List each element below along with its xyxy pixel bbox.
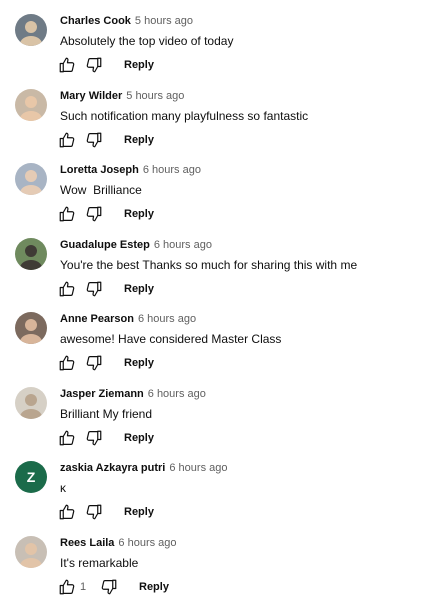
comment-timestamp[interactable]: 6 hours ago: [143, 164, 201, 176]
comment-item: Charles Cook 5 hours ago Absolutely the t…: [0, 14, 435, 88]
thumbs-up-icon[interactable]: [58, 56, 76, 74]
reply-button[interactable]: Reply: [124, 208, 154, 220]
thumbs-up-icon[interactable]: [58, 205, 76, 223]
reply-button[interactable]: Reply: [124, 432, 154, 444]
comment-timestamp[interactable]: 6 hours ago: [138, 313, 196, 325]
thumbs-up-icon[interactable]: [58, 578, 76, 596]
comment-actions: Reply: [58, 56, 154, 74]
comment-text: Brilliant My friend: [60, 407, 153, 421]
reply-button[interactable]: Reply: [139, 581, 169, 593]
comment-author[interactable]: Mary Wilder: [60, 90, 122, 102]
avatar[interactable]: [15, 536, 47, 568]
comment-actions: Reply: [58, 354, 154, 372]
avatar[interactable]: [15, 89, 47, 121]
comment-item: Loretta Joseph 6 hours ago Wow Brilliance…: [0, 163, 435, 237]
reply-button[interactable]: Reply: [124, 59, 154, 71]
like-count: 1: [80, 581, 87, 593]
comment-author[interactable]: Anne Pearson: [60, 313, 134, 325]
comment-actions: Reply: [58, 280, 154, 298]
avatar[interactable]: [15, 312, 47, 344]
comment-timestamp[interactable]: 5 hours ago: [135, 15, 193, 27]
comment-item: Guadalupe Estep 6 hours ago You're the be…: [0, 238, 435, 312]
thumbs-up-icon[interactable]: [58, 429, 76, 447]
avatar[interactable]: [15, 238, 47, 270]
thumbs-down-icon[interactable]: [85, 354, 103, 372]
avatar[interactable]: [15, 163, 47, 195]
reply-button[interactable]: Reply: [124, 357, 154, 369]
thumbs-up-icon[interactable]: [58, 503, 76, 521]
thumbs-down-icon[interactable]: [85, 131, 103, 149]
thumbs-down-icon[interactable]: [85, 280, 103, 298]
comment-text: Absolutely the top video of today: [60, 34, 234, 48]
comment-author[interactable]: Charles Cook: [60, 15, 131, 27]
comment-item: Mary Wilder 5 hours ago Such notification…: [0, 89, 435, 163]
comment-text: awesome! Have considered Master Class: [60, 332, 282, 346]
comment-author[interactable]: Guadalupe Estep: [60, 239, 150, 251]
thumbs-down-icon[interactable]: [85, 56, 103, 74]
avatar[interactable]: Z: [15, 461, 47, 493]
comment-item: Rees Laila 6 hours ago It's remarkable 1 …: [0, 536, 435, 610]
comment-item: Anne Pearson 6 hours ago awesome! Have co…: [0, 312, 435, 386]
comment-text: κ: [60, 481, 66, 495]
comment-text: Wow Brilliance: [60, 183, 142, 197]
comment-timestamp[interactable]: 6 hours ago: [154, 239, 212, 251]
reply-button[interactable]: Reply: [124, 134, 154, 146]
comment-item: Jasper Ziemann 6 hours ago Brilliant My f…: [0, 387, 435, 461]
comment-text: It's remarkable: [60, 556, 139, 570]
comment-timestamp[interactable]: 5 hours ago: [126, 90, 184, 102]
thumbs-down-icon[interactable]: [85, 503, 103, 521]
comment-timestamp[interactable]: 6 hours ago: [169, 462, 227, 474]
comments-list: Charles Cook 5 hours ago Absolutely the t…: [0, 0, 435, 600]
thumbs-up-icon[interactable]: [58, 354, 76, 372]
comment-item: Z zaskia Azkayra putri 6 hours ago κ Repl…: [0, 461, 435, 535]
reply-button[interactable]: Reply: [124, 283, 154, 295]
thumbs-down-icon[interactable]: [85, 205, 103, 223]
comment-actions: Reply: [58, 503, 154, 521]
comment-actions: Reply: [58, 131, 154, 149]
comment-text: You're the best Thanks so much for shari…: [60, 258, 358, 272]
comment-author[interactable]: zaskia Azkayra putri: [60, 462, 165, 474]
comment-actions: Reply: [58, 205, 154, 223]
thumbs-down-icon[interactable]: [100, 578, 118, 596]
comment-author[interactable]: Rees Laila: [60, 537, 114, 549]
thumbs-up-icon[interactable]: [58, 131, 76, 149]
thumbs-down-icon[interactable]: [85, 429, 103, 447]
comment-author[interactable]: Loretta Joseph: [60, 164, 139, 176]
comment-actions: 1 Reply: [58, 578, 169, 596]
comment-actions: Reply: [58, 429, 154, 447]
reply-button[interactable]: Reply: [124, 506, 154, 518]
avatar-letter: Z: [26, 469, 36, 485]
comment-timestamp[interactable]: 6 hours ago: [148, 388, 206, 400]
comment-timestamp[interactable]: 6 hours ago: [118, 537, 176, 549]
comment-author[interactable]: Jasper Ziemann: [60, 388, 144, 400]
avatar[interactable]: [15, 387, 47, 419]
avatar[interactable]: [15, 14, 47, 46]
comment-text: Such notification many playfulness so fa…: [60, 109, 309, 123]
thumbs-up-icon[interactable]: [58, 280, 76, 298]
